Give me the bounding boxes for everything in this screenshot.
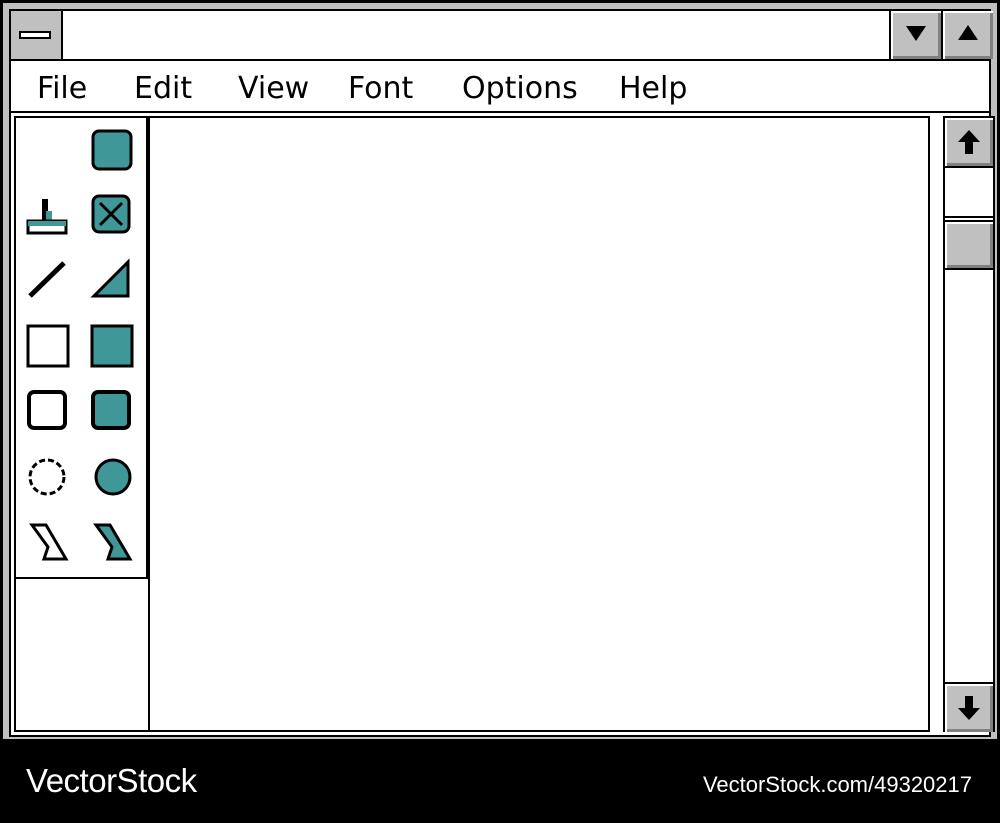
scroll-up-button[interactable] [945, 118, 993, 166]
rectangle-outline-icon [26, 324, 70, 368]
client-area [9, 113, 995, 737]
x-box-icon [91, 194, 131, 234]
watermark-url: VectorStock.com/49320217 [702, 772, 972, 797]
tool-polygon-outline[interactable] [16, 511, 82, 579]
triangle-filled-icon [90, 258, 130, 298]
menu-font[interactable]: Font [348, 71, 413, 106]
rounded-square-filled-icon [91, 129, 133, 171]
system-menu-icon [19, 31, 51, 39]
tool-filled-triangle[interactable] [80, 248, 148, 316]
roller-icon [26, 199, 68, 235]
paint-window: File Edit View Font Options Help [0, 0, 1000, 742]
tool-polygon-filled[interactable] [80, 511, 148, 579]
tool-rounded-filled[interactable] [80, 118, 148, 185]
tool-rectangle-outline[interactable] [16, 314, 82, 381]
tool-line[interactable] [16, 248, 82, 316]
line-icon [28, 261, 66, 298]
menu-view[interactable]: View [238, 71, 309, 106]
rounded-rectangle-outline-icon [27, 390, 67, 430]
arrow-up-icon [958, 130, 980, 154]
ellipse-filled-icon [94, 458, 132, 496]
ellipse-outline-icon [28, 458, 66, 496]
scroll-divider [945, 216, 993, 218]
menu-edit[interactable]: Edit [134, 71, 192, 106]
menu-options[interactable]: Options [462, 71, 578, 106]
polygon-outline-icon [29, 523, 69, 561]
maximize-button[interactable] [941, 11, 993, 59]
vertical-scrollbar[interactable] [943, 116, 995, 732]
menu-bar: File Edit View Font Options Help [9, 61, 991, 113]
rectangle-filled-icon [90, 324, 134, 368]
watermark-logo: VectorStock [26, 762, 197, 799]
toolbox [14, 116, 150, 732]
tool-ellipse-outline[interactable] [16, 445, 82, 513]
menu-help[interactable]: Help [619, 71, 687, 106]
tool-ellipse-filled[interactable] [80, 445, 148, 513]
drawing-canvas[interactable] [150, 116, 930, 732]
triangle-down-icon [906, 26, 926, 41]
arrow-down-icon [958, 696, 980, 720]
tool-empty-slot[interactable] [16, 118, 82, 185]
scroll-thumb[interactable] [945, 220, 993, 270]
menu-file[interactable]: File [37, 71, 87, 106]
scroll-down-button[interactable] [945, 684, 993, 732]
minimize-button[interactable] [889, 11, 941, 59]
title-bar [9, 9, 993, 61]
triangle-up-icon [958, 25, 978, 40]
system-menu-button[interactable] [11, 11, 63, 59]
rounded-rectangle-filled-icon [91, 390, 131, 430]
tool-eraser[interactable] [80, 183, 148, 250]
tool-rounded-rect-filled[interactable] [80, 379, 148, 447]
tool-rectangle-filled[interactable] [80, 314, 148, 381]
scroll-divider [945, 166, 993, 168]
tool-paint-roller[interactable] [16, 183, 82, 250]
polygon-filled-icon [93, 523, 133, 561]
watermark-strip: VectorStock VectorStock.com/49320217 [0, 742, 1000, 823]
tool-rounded-rect-outline[interactable] [16, 379, 82, 447]
